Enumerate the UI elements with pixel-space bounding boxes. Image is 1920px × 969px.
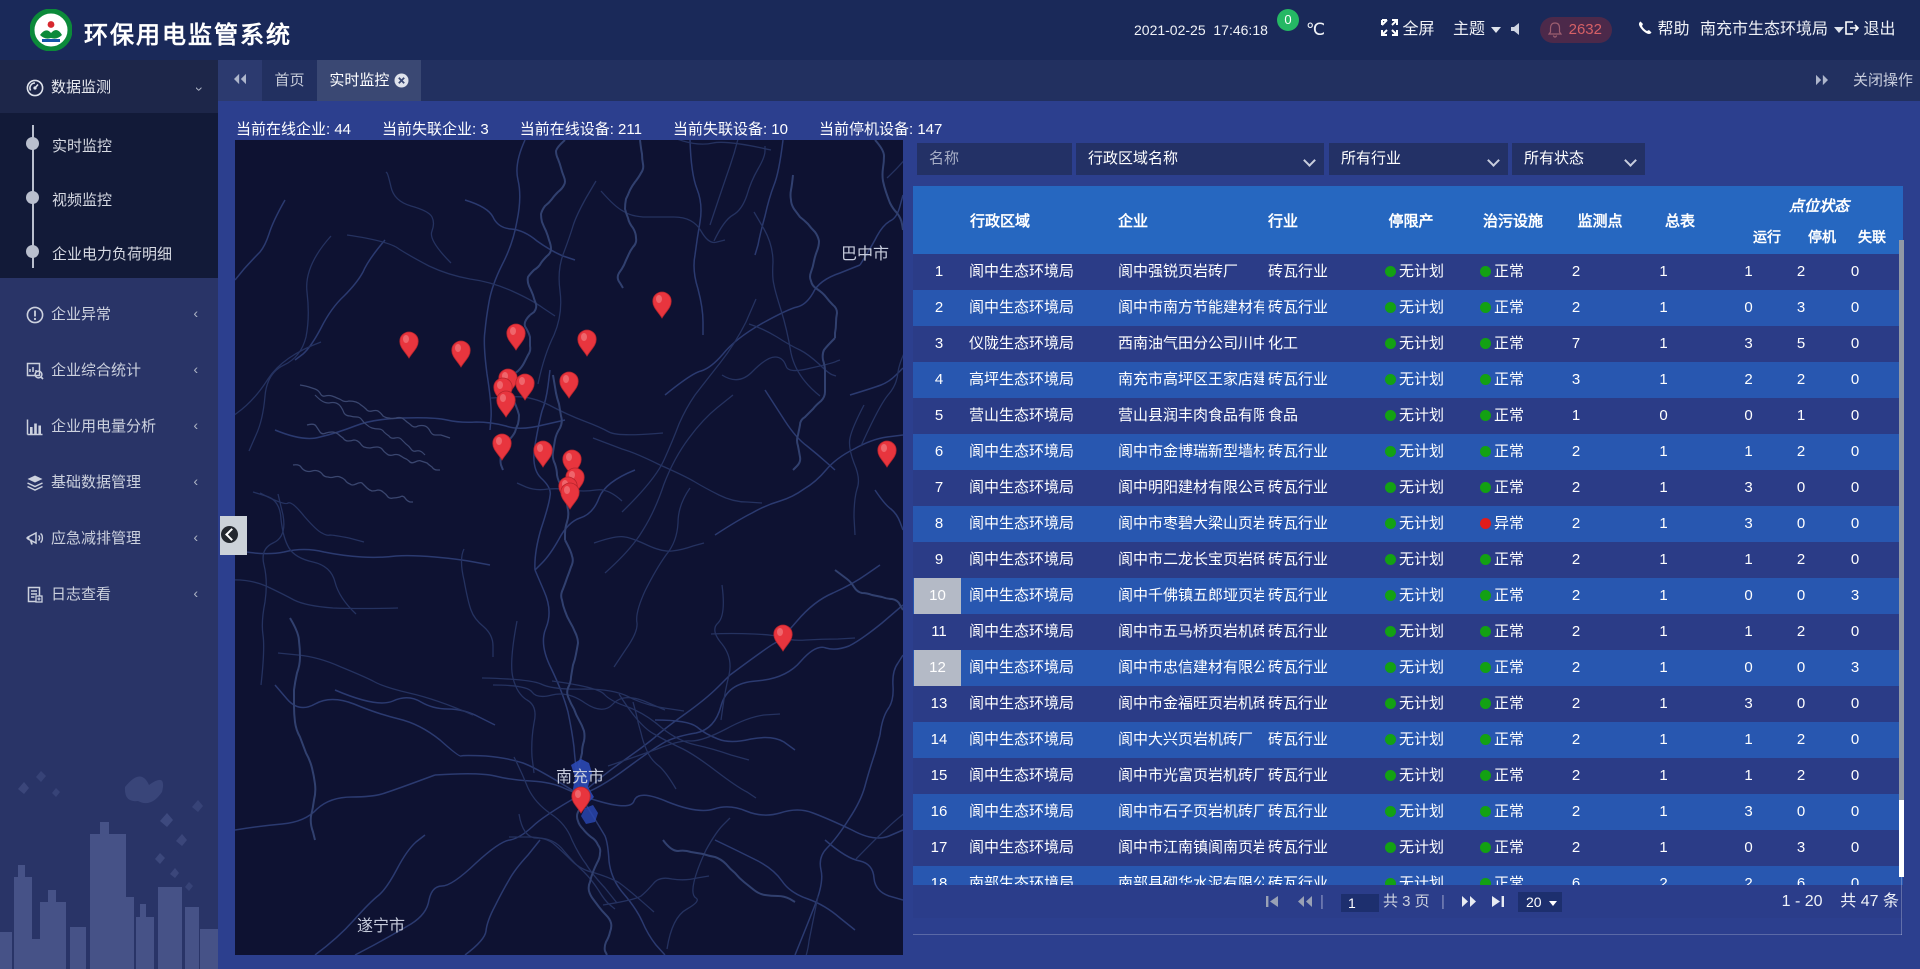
svg-text:南充市: 南充市 bbox=[556, 768, 604, 786]
svg-text:巴中市: 巴中市 bbox=[841, 245, 889, 263]
svg-text:遂宁市: 遂宁市 bbox=[357, 917, 405, 935]
